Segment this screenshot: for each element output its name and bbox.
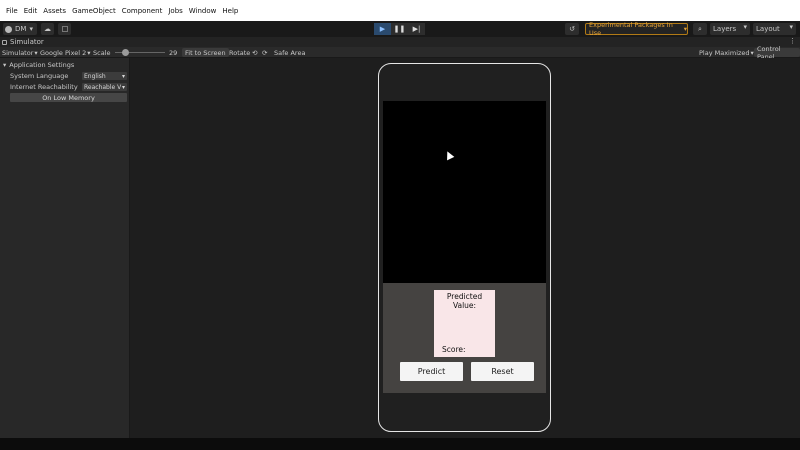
- layout-label: Layout: [756, 25, 780, 33]
- rotate-right-icon[interactable]: ⟳: [262, 48, 267, 57]
- menu-edit[interactable]: Edit: [21, 7, 41, 15]
- game-camera-view[interactable]: [383, 101, 546, 283]
- on-low-memory-button[interactable]: On Low Memory: [10, 93, 127, 102]
- device-dropdown[interactable]: Google Pixel 2 ▾: [40, 48, 91, 57]
- mode-label: Simulator: [2, 48, 34, 57]
- window-tab-bar: Simulator ⋮: [0, 37, 800, 47]
- layers-dropdown[interactable]: Layers ▾: [710, 23, 750, 35]
- history-button[interactable]: ↺: [565, 23, 579, 35]
- safe-area-toggle[interactable]: Safe Area: [274, 48, 305, 57]
- chevron-down-icon: ▾: [683, 25, 687, 33]
- account-label: DM: [15, 25, 27, 33]
- system-language-value: English: [84, 72, 106, 80]
- pause-icon: ❚❚: [393, 25, 406, 33]
- predicted-value-label: Predicted Value:: [446, 292, 483, 310]
- menu-help[interactable]: Help: [219, 7, 241, 15]
- chevron-down-icon: ▾: [3, 61, 7, 69]
- main-toolbar: DM ▾ ☁ ▶ ❚❚ ▶| ↺ Experimental Packages I…: [0, 21, 800, 37]
- tab-simulator-label: Simulator: [10, 38, 44, 46]
- internet-reachability-dropdown[interactable]: Reachable V ▾: [82, 83, 127, 91]
- play-button[interactable]: ▶: [374, 23, 391, 35]
- chevron-down-icon: ▾: [121, 83, 125, 91]
- rotate-left-icon[interactable]: ⟲: [252, 48, 257, 57]
- prediction-result-card: Predicted Value: Score:: [434, 290, 495, 357]
- application-settings-title: Application Settings: [9, 61, 75, 69]
- step-button[interactable]: ▶|: [408, 23, 425, 35]
- scale-value: 29: [169, 48, 178, 57]
- account-dropdown[interactable]: DM ▾: [3, 23, 37, 35]
- pause-button[interactable]: ❚❚: [391, 23, 408, 35]
- play-mode-label: Play Maximized: [699, 48, 750, 57]
- search-button[interactable]: ⌕: [693, 23, 707, 35]
- control-panel-button[interactable]: Control Panel: [754, 45, 800, 61]
- reset-button[interactable]: Reset: [471, 362, 534, 381]
- chevron-down-icon: ▾: [789, 23, 793, 31]
- simulator-toolbar: Simulator ▾ Google Pixel 2 ▾ Scale 29 Fi…: [0, 45, 800, 61]
- predict-button[interactable]: Predict: [400, 362, 463, 381]
- application-settings-foldout[interactable]: ▾ Application Settings: [3, 60, 133, 70]
- internet-reachability-value: Reachable V: [84, 83, 122, 91]
- mode-dropdown[interactable]: Simulator ▾: [2, 48, 38, 57]
- playmode-controls: ▶ ❚❚ ▶|: [374, 23, 425, 35]
- experimental-packages-dropdown[interactable]: Experimental Packages In Use ▾: [585, 21, 688, 37]
- menu-jobs[interactable]: Jobs: [165, 7, 185, 15]
- play-icon: ▶: [379, 25, 386, 33]
- chevron-down-icon: ▾: [121, 72, 125, 80]
- menu-gameobject[interactable]: GameObject: [69, 7, 119, 15]
- experimental-packages-label: Experimental Packages In Use: [589, 21, 673, 37]
- history-icon: ↺: [569, 25, 575, 33]
- menu-bar: File Edit Assets GameObject Component Jo…: [0, 0, 800, 21]
- account-icon: [5, 25, 12, 33]
- step-icon: ▶|: [412, 25, 421, 33]
- status-bar: [0, 438, 800, 450]
- chevron-down-icon: ▾: [743, 23, 747, 31]
- search-icon: ⌕: [698, 24, 702, 33]
- chevron-down-icon: ▾: [87, 48, 91, 57]
- score-label: Score:: [442, 345, 466, 354]
- layers-label: Layers: [713, 25, 737, 33]
- scale-label: Scale: [93, 48, 111, 57]
- chevron-down-icon: ▾: [34, 48, 38, 57]
- collab-icon: [61, 26, 68, 32]
- cloud-button[interactable]: ☁: [41, 23, 54, 35]
- application-settings-panel: ▾ Application Settings System Language E…: [0, 58, 130, 438]
- chevron-down-icon: ▾: [29, 25, 33, 33]
- device-label: Google Pixel 2: [40, 48, 87, 57]
- rotate-label: Rotate: [229, 48, 251, 57]
- play-mode-dropdown[interactable]: Play Maximized ▾: [699, 48, 754, 57]
- collab-button[interactable]: [58, 23, 71, 35]
- menu-window[interactable]: Window: [186, 7, 220, 15]
- menu-assets[interactable]: Assets: [40, 7, 69, 15]
- tab-simulator[interactable]: Simulator: [2, 37, 44, 47]
- cloud-icon: ☁: [44, 25, 51, 33]
- layout-dropdown[interactable]: Layout ▾: [753, 23, 796, 35]
- menu-file[interactable]: File: [3, 7, 21, 15]
- menu-component[interactable]: Component: [119, 7, 166, 15]
- simulator-icon: [2, 39, 7, 45]
- fit-to-screen-button[interactable]: Fit to Screen: [182, 48, 229, 57]
- scale-slider-handle[interactable]: [122, 49, 129, 56]
- system-language-dropdown[interactable]: English ▾: [82, 72, 127, 80]
